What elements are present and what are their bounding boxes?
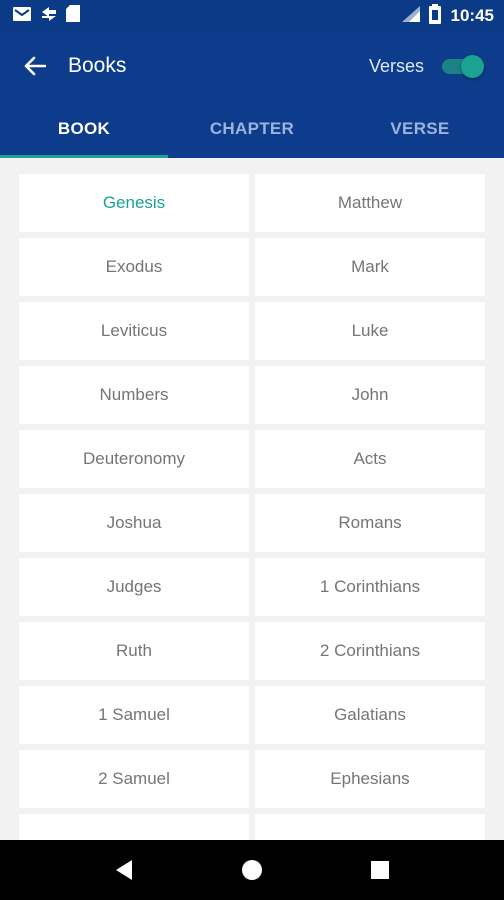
status-right-icons: 10:45 [401,3,494,29]
recents-square-icon[interactable] [360,850,400,890]
home-circle-icon[interactable] [232,850,272,890]
book-item-luke[interactable]: Luke [255,302,485,360]
signal-icon [401,5,421,28]
book-item-galatians[interactable]: Galatians [255,686,485,744]
book-item-joshua[interactable]: Joshua [19,494,249,552]
system-nav-bar [0,840,504,900]
tab-verse[interactable]: VERSE [336,100,504,158]
book-item-leviticus[interactable]: Leviticus [19,302,249,360]
gmail-icon [12,6,32,27]
book-item-2-samuel[interactable]: 2 Samuel [19,750,249,808]
back-triangle-icon[interactable] [104,850,144,890]
book-item-1-samuel[interactable]: 1 Samuel [19,686,249,744]
book-item-partial-right[interactable] [255,814,485,840]
verses-toggle-label: Verses [368,55,424,76]
book-item-judges[interactable]: Judges [19,558,249,616]
tab-chapter[interactable]: CHAPTER [168,100,336,158]
book-item-deuteronomy[interactable]: Deuteronomy [19,430,249,488]
book-item-1-corinthians[interactable]: 1 Corinthians [255,558,485,616]
book-list: Genesis Matthew Exodus Mark Leviticus Lu… [0,158,504,840]
page-title: Books [68,54,127,77]
book-item-matthew[interactable]: Matthew [255,174,485,232]
book-item-mark[interactable]: Mark [255,238,485,296]
book-item-partial-left[interactable] [19,814,249,840]
sd-card-icon [66,5,80,27]
book-item-numbers[interactable]: Numbers [19,366,249,424]
battery-icon [428,3,441,29]
status-time: 10:45 [450,6,494,25]
book-grid: Genesis Matthew Exodus Mark Leviticus Lu… [0,158,504,840]
status-left-icons [12,5,80,27]
status-bar: 10:45 [0,0,504,32]
app-bar: Books Verses [0,32,504,100]
book-item-romans[interactable]: Romans [255,494,485,552]
toggle-thumb [461,55,484,78]
book-item-ephesians[interactable]: Ephesians [255,750,485,808]
tab-bar: BOOK CHAPTER VERSE [0,100,504,158]
book-item-genesis[interactable]: Genesis [19,174,249,232]
sync-icon [40,6,58,27]
book-item-ruth[interactable]: Ruth [19,622,249,680]
book-item-acts[interactable]: Acts [255,430,485,488]
back-arrow-icon[interactable] [22,53,48,79]
verses-toggle[interactable] [438,54,484,78]
book-item-john[interactable]: John [255,366,485,424]
book-item-exodus[interactable]: Exodus [19,238,249,296]
tab-book[interactable]: BOOK [0,100,168,158]
book-item-2-corinthians[interactable]: 2 Corinthians [255,622,485,680]
